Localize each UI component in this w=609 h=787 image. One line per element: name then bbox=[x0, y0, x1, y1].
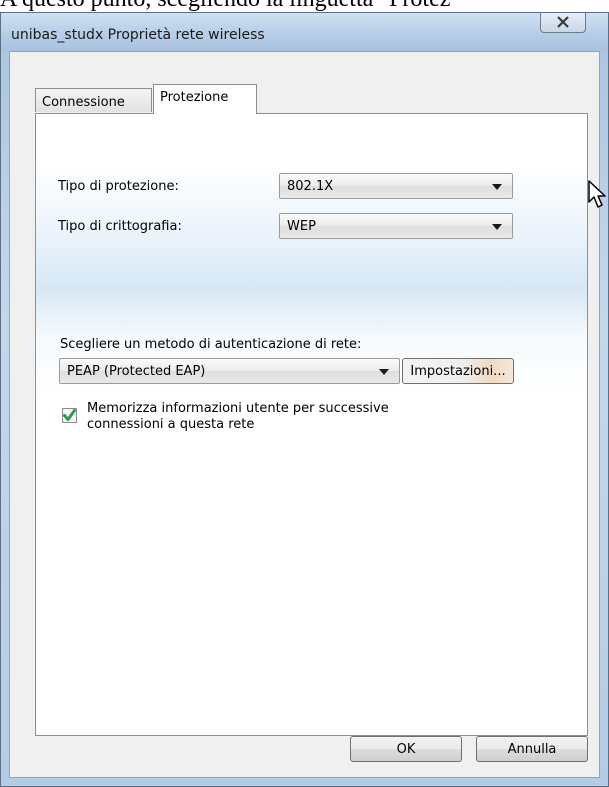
ok-button[interactable]: OK bbox=[350, 736, 462, 762]
encryption-type-value: WEP bbox=[287, 219, 316, 234]
auth-method-value: PEAP (Protected EAP) bbox=[67, 364, 206, 379]
remember-credentials-label-line2: connessioni a questa rete bbox=[87, 417, 255, 432]
remember-credentials-label-line1: Memorizza informazioni utente per succes… bbox=[87, 401, 389, 416]
cancel-button[interactable]: Annulla bbox=[476, 736, 588, 762]
encryption-type-select[interactable]: WEP bbox=[279, 213, 513, 239]
auth-method-label: Scegliere un metodo di autenticazione di… bbox=[60, 337, 362, 352]
remember-credentials-checkbox[interactable] bbox=[62, 408, 77, 423]
chevron-down-icon bbox=[492, 224, 502, 230]
security-type-value: 802.1X bbox=[287, 179, 334, 194]
auth-method-select[interactable]: PEAP (Protected EAP) bbox=[59, 358, 400, 384]
protection-panel: Tipo di protezione: 802.1X Tipo di critt… bbox=[35, 113, 588, 736]
security-type-select[interactable]: 802.1X bbox=[279, 173, 513, 199]
tab-protezione[interactable]: Protezione bbox=[153, 84, 257, 114]
encryption-type-label: Tipo di crittografia: bbox=[58, 219, 182, 234]
checkmark-icon bbox=[63, 409, 76, 421]
chevron-down-icon bbox=[379, 369, 389, 375]
dialog-client-area: Connessione Protezione Tipo di protezion… bbox=[9, 51, 600, 778]
close-button[interactable] bbox=[540, 13, 586, 33]
window-title: unibas_studx Proprietà rete wireless bbox=[11, 27, 265, 43]
title-bar[interactable]: unibas_studx Proprietà rete wireless bbox=[1, 13, 608, 51]
settings-button[interactable]: Impostazioni... bbox=[402, 358, 514, 384]
tab-connessione[interactable]: Connessione bbox=[35, 88, 152, 112]
close-icon bbox=[557, 16, 569, 28]
chevron-down-icon bbox=[492, 184, 502, 190]
security-type-label: Tipo di protezione: bbox=[58, 179, 179, 194]
mouse-pointer-icon bbox=[588, 180, 606, 208]
wireless-properties-dialog: unibas_studx Proprietà rete wireless Con… bbox=[0, 12, 609, 787]
